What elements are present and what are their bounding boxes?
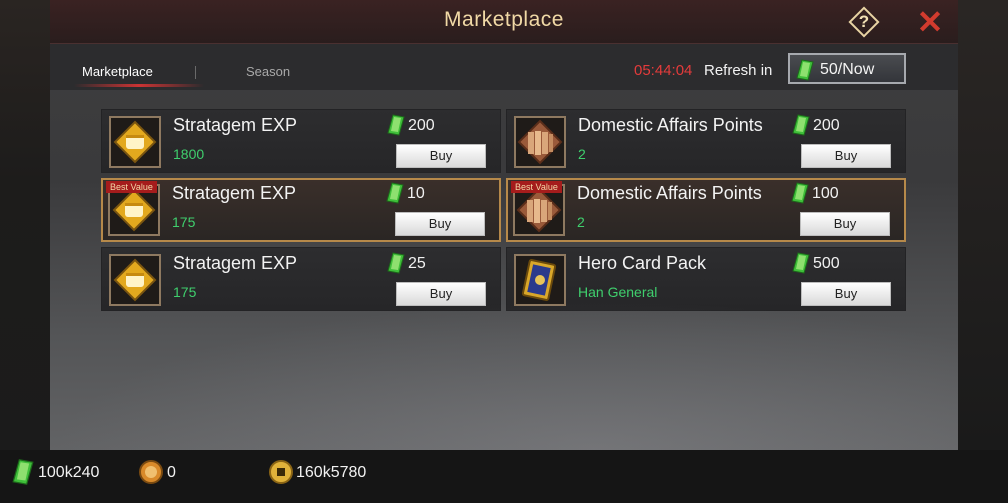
item-price: 10: [407, 185, 425, 202]
item-quantity: 2: [578, 146, 586, 162]
coin-icon: [269, 460, 293, 484]
buy-button[interactable]: Buy: [800, 212, 890, 236]
jade-icon: [796, 59, 814, 81]
fist-icon: [109, 116, 161, 168]
item-quantity: 175: [172, 214, 196, 230]
item-price: 25: [408, 255, 426, 272]
modal-title: Marketplace: [444, 8, 564, 31]
buy-button[interactable]: Buy: [396, 144, 486, 168]
jade-icon: [791, 182, 809, 204]
best-value-badge: Best Value: [106, 181, 157, 193]
resource-bar: 100k240 0 160k5780: [0, 450, 1008, 503]
buy-button[interactable]: Buy: [395, 212, 485, 236]
tab-season[interactable]: Season: [246, 64, 290, 79]
question-mark-icon: ?: [858, 12, 870, 31]
buy-button[interactable]: Buy: [396, 282, 486, 306]
jade-icon: [387, 252, 405, 274]
item-name: Domestic Affairs Points: [577, 183, 762, 203]
item-quantity: Han General: [578, 284, 658, 300]
jade-icon: [792, 252, 810, 274]
buy-button[interactable]: Buy: [801, 282, 891, 306]
jade-icon: [792, 114, 810, 136]
item-name: Domestic Affairs Points: [578, 115, 763, 135]
medal-icon: [139, 460, 163, 484]
jade-icon: [387, 114, 405, 136]
marketplace-modal: Marketplace ? ✕ Marketplace Season 05:44…: [50, 0, 958, 450]
refresh-label: Refresh in: [704, 62, 773, 79]
jade-amount: 100k240: [38, 464, 100, 481]
help-button[interactable]: ?: [848, 6, 880, 38]
background-right: [958, 0, 1008, 452]
tab-bar: Marketplace Season 05:44:04 Refresh in 5…: [50, 44, 958, 90]
refresh-timer: 05:44:04: [634, 62, 693, 79]
item-quantity: 1800: [173, 146, 205, 162]
item-quantity: 2: [577, 214, 585, 230]
jade-icon: [12, 459, 34, 485]
item-price: 200: [408, 117, 435, 134]
best-value-badge: Best Value: [511, 181, 562, 193]
active-tab-underline: [74, 84, 204, 87]
fist-icon: [109, 254, 161, 306]
medal-amount: 0: [167, 464, 176, 481]
title-bar: Marketplace ? ✕: [50, 0, 958, 44]
buy-button[interactable]: Buy: [801, 144, 891, 168]
refresh-now-button[interactable]: 50/Now: [788, 53, 906, 84]
item-price: 500: [813, 255, 840, 272]
item-price: 100: [812, 185, 839, 202]
item-quantity: 175: [173, 284, 197, 300]
scroll-bundle-icon: [514, 116, 566, 168]
shop-item: Stratagem EXP 1800 200 Buy: [101, 109, 501, 173]
background-left: [0, 0, 50, 452]
tab-divider: [195, 66, 196, 79]
item-name: Stratagem EXP: [172, 183, 297, 203]
card-pack-icon: [514, 254, 566, 306]
refresh-button-label: 50/Now: [820, 61, 875, 78]
jade-icon: [386, 182, 404, 204]
shop-item: Hero Card Pack Han General 500 Buy: [506, 247, 906, 311]
tab-marketplace[interactable]: Marketplace: [82, 64, 153, 79]
item-name: Stratagem EXP: [173, 253, 298, 273]
shop-item: Stratagem EXP 175 25 Buy: [101, 247, 501, 311]
coin-amount: 160k5780: [296, 464, 367, 481]
close-icon[interactable]: ✕: [914, 6, 946, 38]
item-name: Hero Card Pack: [578, 253, 707, 273]
shop-item-best-value: Best Value Domestic Affairs Points 2 100…: [506, 178, 906, 242]
item-price: 200: [813, 117, 840, 134]
shop-item: Domestic Affairs Points 2 200 Buy: [506, 109, 906, 173]
item-name: Stratagem EXP: [173, 115, 298, 135]
shop-item-best-value: Best Value Stratagem EXP 175 10 Buy: [101, 178, 501, 242]
